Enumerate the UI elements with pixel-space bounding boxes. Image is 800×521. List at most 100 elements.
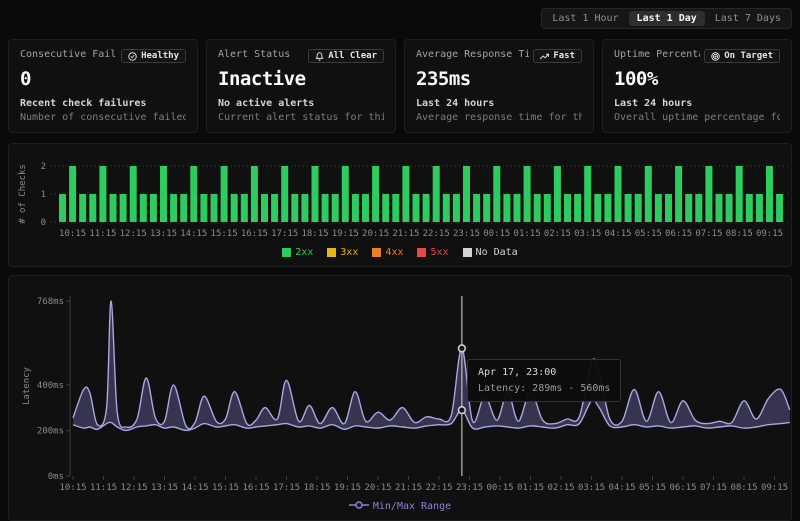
check-bar[interactable] [59,194,66,222]
check-bar[interactable] [443,194,450,222]
check-bar[interactable] [190,166,197,222]
check-bar[interactable] [705,166,712,222]
card-value: 100% [614,68,780,90]
check-bar[interactable] [342,166,349,222]
check-bar[interactable] [413,194,420,222]
x-tick-label: 03:15 [578,483,605,493]
check-bar[interactable] [211,194,218,222]
check-bar[interactable] [271,194,278,222]
check-bar[interactable] [604,194,611,222]
x-tick-label: 22:15 [423,229,450,239]
check-bar[interactable] [423,194,430,222]
check-bar[interactable] [241,194,248,222]
dashboard: Last 1 Hour Last 1 Day Last 7 Days Conse… [0,0,800,521]
check-bar[interactable] [281,166,288,222]
check-bar[interactable] [170,194,177,222]
time-range-last-1-hour[interactable]: Last 1 Hour [544,11,626,26]
check-bar[interactable] [261,194,268,222]
check-bar[interactable] [89,194,96,222]
check-bar[interactable] [766,166,773,222]
check-bar[interactable] [433,166,440,222]
x-tick-label: 23:15 [456,483,483,493]
check-bar[interactable] [726,194,733,222]
check-bar[interactable] [615,166,622,222]
check-bar[interactable] [493,166,500,222]
check-bar[interactable] [564,194,571,222]
legend-item-minmax-range[interactable]: Min/Max Range [349,500,451,513]
check-bar[interactable] [312,166,319,222]
check-bar[interactable] [392,194,399,222]
check-bar[interactable] [332,194,339,222]
check-bar[interactable] [736,166,743,222]
check-bar[interactable] [402,166,409,222]
legend-label: Min/Max Range [373,501,451,512]
check-bar[interactable] [352,194,359,222]
check-bar[interactable] [99,166,106,222]
check-bar[interactable] [625,194,632,222]
latency-area-chart[interactable]: Latency0ms200ms400ms768ms10:1511:1512:15… [15,282,795,494]
check-bar[interactable] [382,194,389,222]
check-bar[interactable] [514,194,521,222]
check-bar[interactable] [160,166,167,222]
y-axis-label: Latency [22,366,32,405]
check-bar[interactable] [675,166,682,222]
time-range-last-7-days[interactable]: Last 7 Days [707,11,789,26]
check-bar[interactable] [372,166,379,222]
check-bar[interactable] [594,194,601,222]
check-bar[interactable] [776,194,783,222]
legend-label: 2xx [295,247,313,258]
check-bar[interactable] [473,194,480,222]
check-bar[interactable] [716,194,723,222]
check-bar[interactable] [180,194,187,222]
checks-chart-legend: 2xx 3xx 4xx 5xx No Data [15,244,785,260]
check-bar[interactable] [756,194,763,222]
y-tick-label: 768ms [37,297,64,307]
check-bar[interactable] [655,194,662,222]
legend-item-4xx[interactable]: 4xx [372,247,403,258]
check-bar[interactable] [322,194,329,222]
legend-item-no-data[interactable]: No Data [463,247,518,258]
legend-item-5xx[interactable]: 5xx [417,247,448,258]
check-bar[interactable] [453,194,460,222]
check-bar[interactable] [130,166,137,222]
bell-icon [315,52,324,61]
check-bar[interactable] [534,194,541,222]
x-tick-label: 06:15 [669,483,696,493]
check-bar[interactable] [584,166,591,222]
check-bar[interactable] [79,194,86,222]
x-tick-label: 16:15 [242,483,269,493]
check-bar[interactable] [221,166,228,222]
check-bar[interactable] [120,194,127,222]
check-bar[interactable] [200,194,207,222]
check-bar[interactable] [301,194,308,222]
check-bar[interactable] [645,166,652,222]
x-tick-label: 12:15 [120,229,147,239]
check-bar[interactable] [503,194,510,222]
check-bar[interactable] [544,194,551,222]
check-bar[interactable] [685,194,692,222]
check-bar[interactable] [69,166,76,222]
check-bar[interactable] [231,194,238,222]
check-bar[interactable] [463,166,470,222]
check-bar[interactable] [746,194,753,222]
check-bar[interactable] [110,194,117,222]
x-tick-label: 02:15 [547,483,574,493]
check-bar[interactable] [362,194,369,222]
time-range-last-1-day[interactable]: Last 1 Day [629,11,705,26]
check-bar[interactable] [574,194,581,222]
check-bar[interactable] [150,194,157,222]
check-bar[interactable] [635,194,642,222]
legend-item-2xx[interactable]: 2xx [282,247,313,258]
check-bar[interactable] [140,194,147,222]
check-bar[interactable] [483,194,490,222]
legend-item-3xx[interactable]: 3xx [327,247,358,258]
x-tick-label: 16:15 [241,229,268,239]
check-bar[interactable] [695,194,702,222]
check-bar[interactable] [524,166,531,222]
status-badge-healthy: Healthy [121,49,186,63]
check-bar[interactable] [291,194,298,222]
checks-bar-chart[interactable]: # of Checks01210:1511:1512:1513:1514:151… [15,150,795,240]
check-bar[interactable] [251,166,258,222]
check-bar[interactable] [665,194,672,222]
check-bar[interactable] [554,166,561,222]
